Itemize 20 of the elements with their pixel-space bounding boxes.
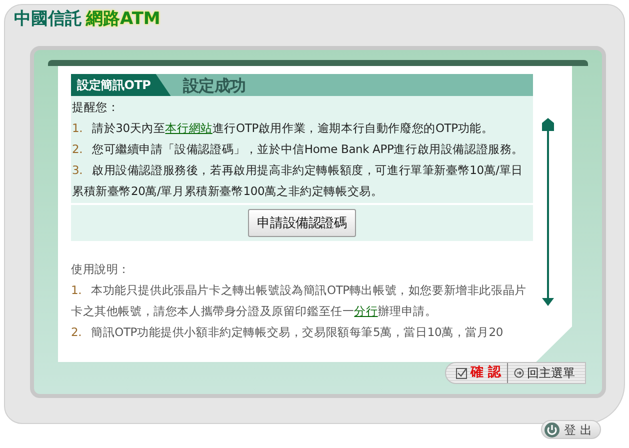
brand-title: 中國信託: [14, 8, 82, 30]
link[interactable]: 本行網站: [165, 121, 212, 135]
list-item: 3. 啟用設備認證服務後，若再啟用提高非約定轉帳額度，可進行單筆新臺幣10萬/單日累積新臺幣20萬/單月累積新臺幣100萬之非約定轉帳交易。: [72, 162, 524, 200]
reminder-heading: 提醒您：: [72, 99, 120, 116]
page-title: 設定成功: [182, 74, 246, 96]
apply-certificate-button[interactable]: 申請設備認證碼: [248, 209, 356, 237]
scroll-indicator-icon: [541, 118, 555, 306]
logout-button[interactable]: 登 出: [541, 420, 601, 439]
main-menu-button[interactable]: 回主選單: [514, 364, 575, 382]
usage-heading: 使用說明：: [71, 261, 132, 278]
arrow-circle-icon: [514, 368, 524, 378]
link[interactable]: 分行: [354, 304, 378, 318]
product-title: 網路ATM: [86, 8, 160, 30]
list-item: 1. 本功能只提供此張晶片卡之轉出帳號設為簡訊OTP轉出帳號，如您要新增非此張晶片卡之其他帳號，請您本人攜帶身分證及原留印鑑至任一分行辦理申請。: [71, 282, 528, 320]
list-item: 1. 請於30天內至本行網站進行OTP啟用作業，逾期本行自動作廢您的OTP功能。: [72, 120, 494, 137]
checkbox-icon: [456, 368, 468, 378]
list-item: 2. 簡訊OTP功能提供小額非約定轉帳交易，交易限額每筆5萬，當日10萬，當月20: [71, 324, 504, 341]
list-item: 2. 您可繼續申請「設備認證碼」，並於中信Home Bank APP進行啟用設備認證服務。: [72, 141, 524, 158]
power-icon: [544, 422, 560, 438]
confirm-button[interactable]: 確 認: [456, 363, 508, 383]
